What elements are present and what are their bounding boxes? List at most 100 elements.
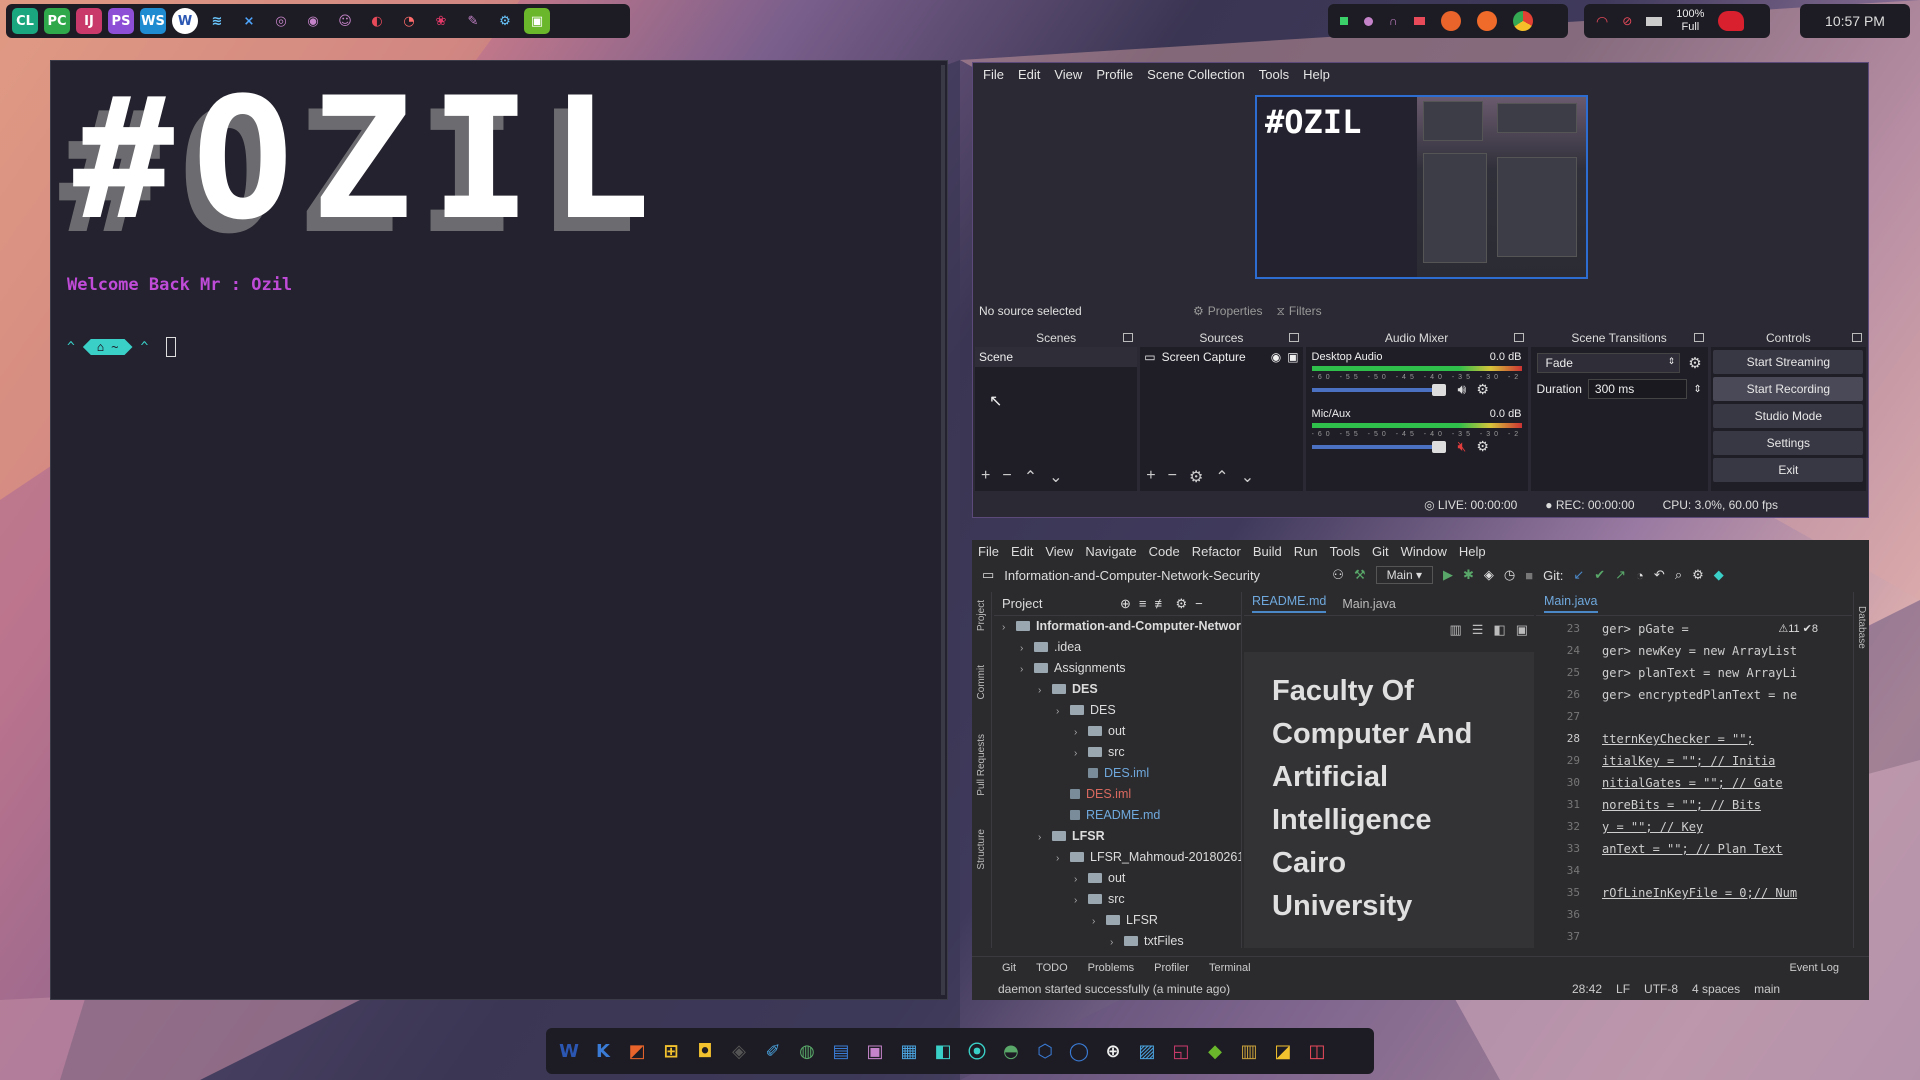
dock-app-icon[interactable]: ⊞: [658, 1038, 684, 1064]
todo-tool-button[interactable]: TODO: [1036, 962, 1068, 974]
slider-handle[interactable]: [1431, 383, 1446, 396]
muted-speaker-icon[interactable]: 🔇︎: [1458, 438, 1467, 455]
github-icon[interactable]: ◉: [300, 8, 326, 34]
popout-icon[interactable]: [1513, 333, 1524, 342]
git-tool-button[interactable]: Git: [1002, 962, 1016, 974]
plugin-icon[interactable]: ◆: [1714, 567, 1724, 583]
preview-only-icon[interactable]: ◧: [1493, 622, 1505, 638]
dock-app-icon[interactable]: W: [556, 1038, 582, 1064]
obs-menu-help[interactable]: Help: [1303, 67, 1330, 82]
run-icon[interactable]: ▶: [1443, 567, 1453, 583]
ide-menu-file[interactable]: File: [978, 544, 999, 559]
settings-button[interactable]: Settings: [1713, 431, 1864, 455]
chevron-icon[interactable]: ›: [1056, 701, 1070, 721]
webstorm-icon[interactable]: WS: [140, 8, 166, 34]
pull-requests-tool-tab[interactable]: Pull Requests: [976, 734, 987, 796]
pen-icon[interactable]: ✎: [460, 8, 486, 34]
tree-node[interactable]: › .idea: [994, 637, 1241, 658]
structure-tool-tab[interactable]: Structure: [976, 829, 987, 870]
nvidia-icon[interactable]: ▣: [524, 8, 550, 34]
intellij-window[interactable]: File Edit View Navigate Code Refactor Bu…: [972, 540, 1869, 1000]
expand-icon[interactable]: ≡: [1139, 596, 1147, 611]
obs-menu-file[interactable]: File: [983, 67, 1004, 82]
word-icon[interactable]: W: [172, 8, 198, 34]
move-down-icon[interactable]: ⌄: [1049, 467, 1062, 487]
hide-icon[interactable]: −: [1195, 596, 1203, 611]
ide-menu-window[interactable]: Window: [1401, 544, 1447, 559]
indent-setting[interactable]: 4 spaces: [1692, 982, 1740, 996]
tray-chrome-icon[interactable]: [1512, 11, 1533, 31]
ide-menu-refactor[interactable]: Refactor: [1192, 544, 1241, 559]
tree-node[interactable]: › DES: [994, 679, 1241, 700]
git-push-icon[interactable]: ↗: [1615, 567, 1626, 583]
clock[interactable]: 10:57 PM: [1800, 4, 1910, 38]
dock-app-icon[interactable]: ▥: [1236, 1038, 1262, 1064]
caret-position[interactable]: 28:42: [1572, 982, 1602, 996]
tab-main-java-right[interactable]: Main.java: [1544, 594, 1598, 613]
chevron-icon[interactable]: ›: [1110, 932, 1124, 952]
chevron-icon[interactable]: ›: [1020, 659, 1034, 679]
volume-slider[interactable]: [1311, 383, 1446, 396]
tray-mail-icon[interactable]: [1413, 17, 1425, 25]
dock-app-icon[interactable]: ▦: [896, 1038, 922, 1064]
dock-app-icon[interactable]: ◈: [726, 1038, 752, 1064]
tree-node[interactable]: DES.iml: [994, 784, 1241, 805]
remove-icon[interactable]: −: [1002, 467, 1011, 487]
stop-icon[interactable]: ■: [1525, 568, 1533, 583]
event-log-button[interactable]: Event Log: [1789, 962, 1839, 974]
dock-app-icon[interactable]: ◱: [1168, 1038, 1194, 1064]
tree-node[interactable]: › LFSR: [994, 910, 1241, 931]
slider-handle[interactable]: [1431, 440, 1446, 453]
dock-app-icon[interactable]: ✐: [760, 1038, 786, 1064]
terminal-scrollbar[interactable]: [941, 65, 945, 995]
popout-icon[interactable]: [1852, 333, 1863, 342]
timer-icon[interactable]: ◐: [364, 8, 390, 34]
eye-icon[interactable]: ◉: [1271, 350, 1281, 364]
dock-app-icon[interactable]: ◩: [624, 1038, 650, 1064]
dock-app-icon[interactable]: ⦿: [964, 1038, 990, 1064]
project-breadcrumb[interactable]: Information-and-Computer-Network-Securit…: [1004, 568, 1322, 583]
source-item[interactable]: ▭ Screen Capture ◉ ▣: [1140, 347, 1302, 367]
chevron-icon[interactable]: ›: [1002, 617, 1016, 637]
remove-icon[interactable]: −: [1168, 467, 1177, 487]
tree-node[interactable]: › out: [994, 868, 1241, 889]
tree-node[interactable]: › src: [994, 742, 1241, 763]
phpstorm-icon[interactable]: PS: [108, 8, 134, 34]
run-config-select[interactable]: Main ▾: [1375, 566, 1433, 584]
add-icon[interactable]: +: [1146, 467, 1155, 487]
layout-icon[interactable]: ▣: [1516, 622, 1528, 638]
gear-icon[interactable]: ⚙: [1189, 467, 1203, 487]
obs-menu-profile[interactable]: Profile: [1096, 67, 1133, 82]
obs-menu-scene-collection[interactable]: Scene Collection: [1147, 67, 1245, 82]
wifi-icon[interactable]: ◠: [1596, 13, 1608, 30]
app-logo-icon[interactable]: [1718, 11, 1745, 31]
vscode-icon[interactable]: ⨯: [236, 8, 262, 34]
ide-menu-git[interactable]: Git: [1372, 544, 1389, 559]
terminal-window[interactable]: #OZIL Welcome Back Mr : Ozil ^ ⌂ ~ ^: [50, 60, 948, 1000]
obs-icon[interactable]: ◎: [268, 8, 294, 34]
dock-app-icon[interactable]: ◯: [1066, 1038, 1092, 1064]
dock-app-icon[interactable]: ◍: [794, 1038, 820, 1064]
git-update-icon[interactable]: ↙: [1573, 567, 1584, 583]
debug-icon[interactable]: ✱: [1463, 567, 1474, 583]
dock-app-icon[interactable]: ◧: [930, 1038, 956, 1064]
dock-app-icon[interactable]: ◫: [1304, 1038, 1330, 1064]
stepper-icon[interactable]: ⇕: [1693, 384, 1701, 395]
studio-mode-button[interactable]: Studio Mode: [1713, 404, 1864, 428]
gear-icon[interactable]: ⚙: [1176, 596, 1188, 612]
tree-node[interactable]: › Information-and-Computer-Network-Se: [994, 616, 1241, 637]
project-panel-title[interactable]: Project: [1002, 596, 1112, 611]
chevron-icon[interactable]: ›: [1038, 680, 1052, 700]
commit-tool-tab[interactable]: Commit: [976, 665, 987, 699]
tray-circle-icon[interactable]: [1364, 16, 1373, 26]
search-icon[interactable]: ⌕: [1675, 567, 1682, 583]
obs-menu-tools[interactable]: Tools: [1259, 67, 1289, 82]
clion-icon[interactable]: CL: [12, 8, 38, 34]
intellij-icon[interactable]: IJ: [76, 8, 102, 34]
gear-icon[interactable]: ⚙: [1476, 438, 1489, 455]
dock-app-icon[interactable]: ◆: [1202, 1038, 1228, 1064]
tree-node[interactable]: › LFSR: [994, 826, 1241, 847]
coverage-icon[interactable]: ◈: [1484, 567, 1494, 583]
chevron-icon[interactable]: ›: [1074, 869, 1088, 889]
wave-icon[interactable]: ≋: [204, 8, 230, 34]
